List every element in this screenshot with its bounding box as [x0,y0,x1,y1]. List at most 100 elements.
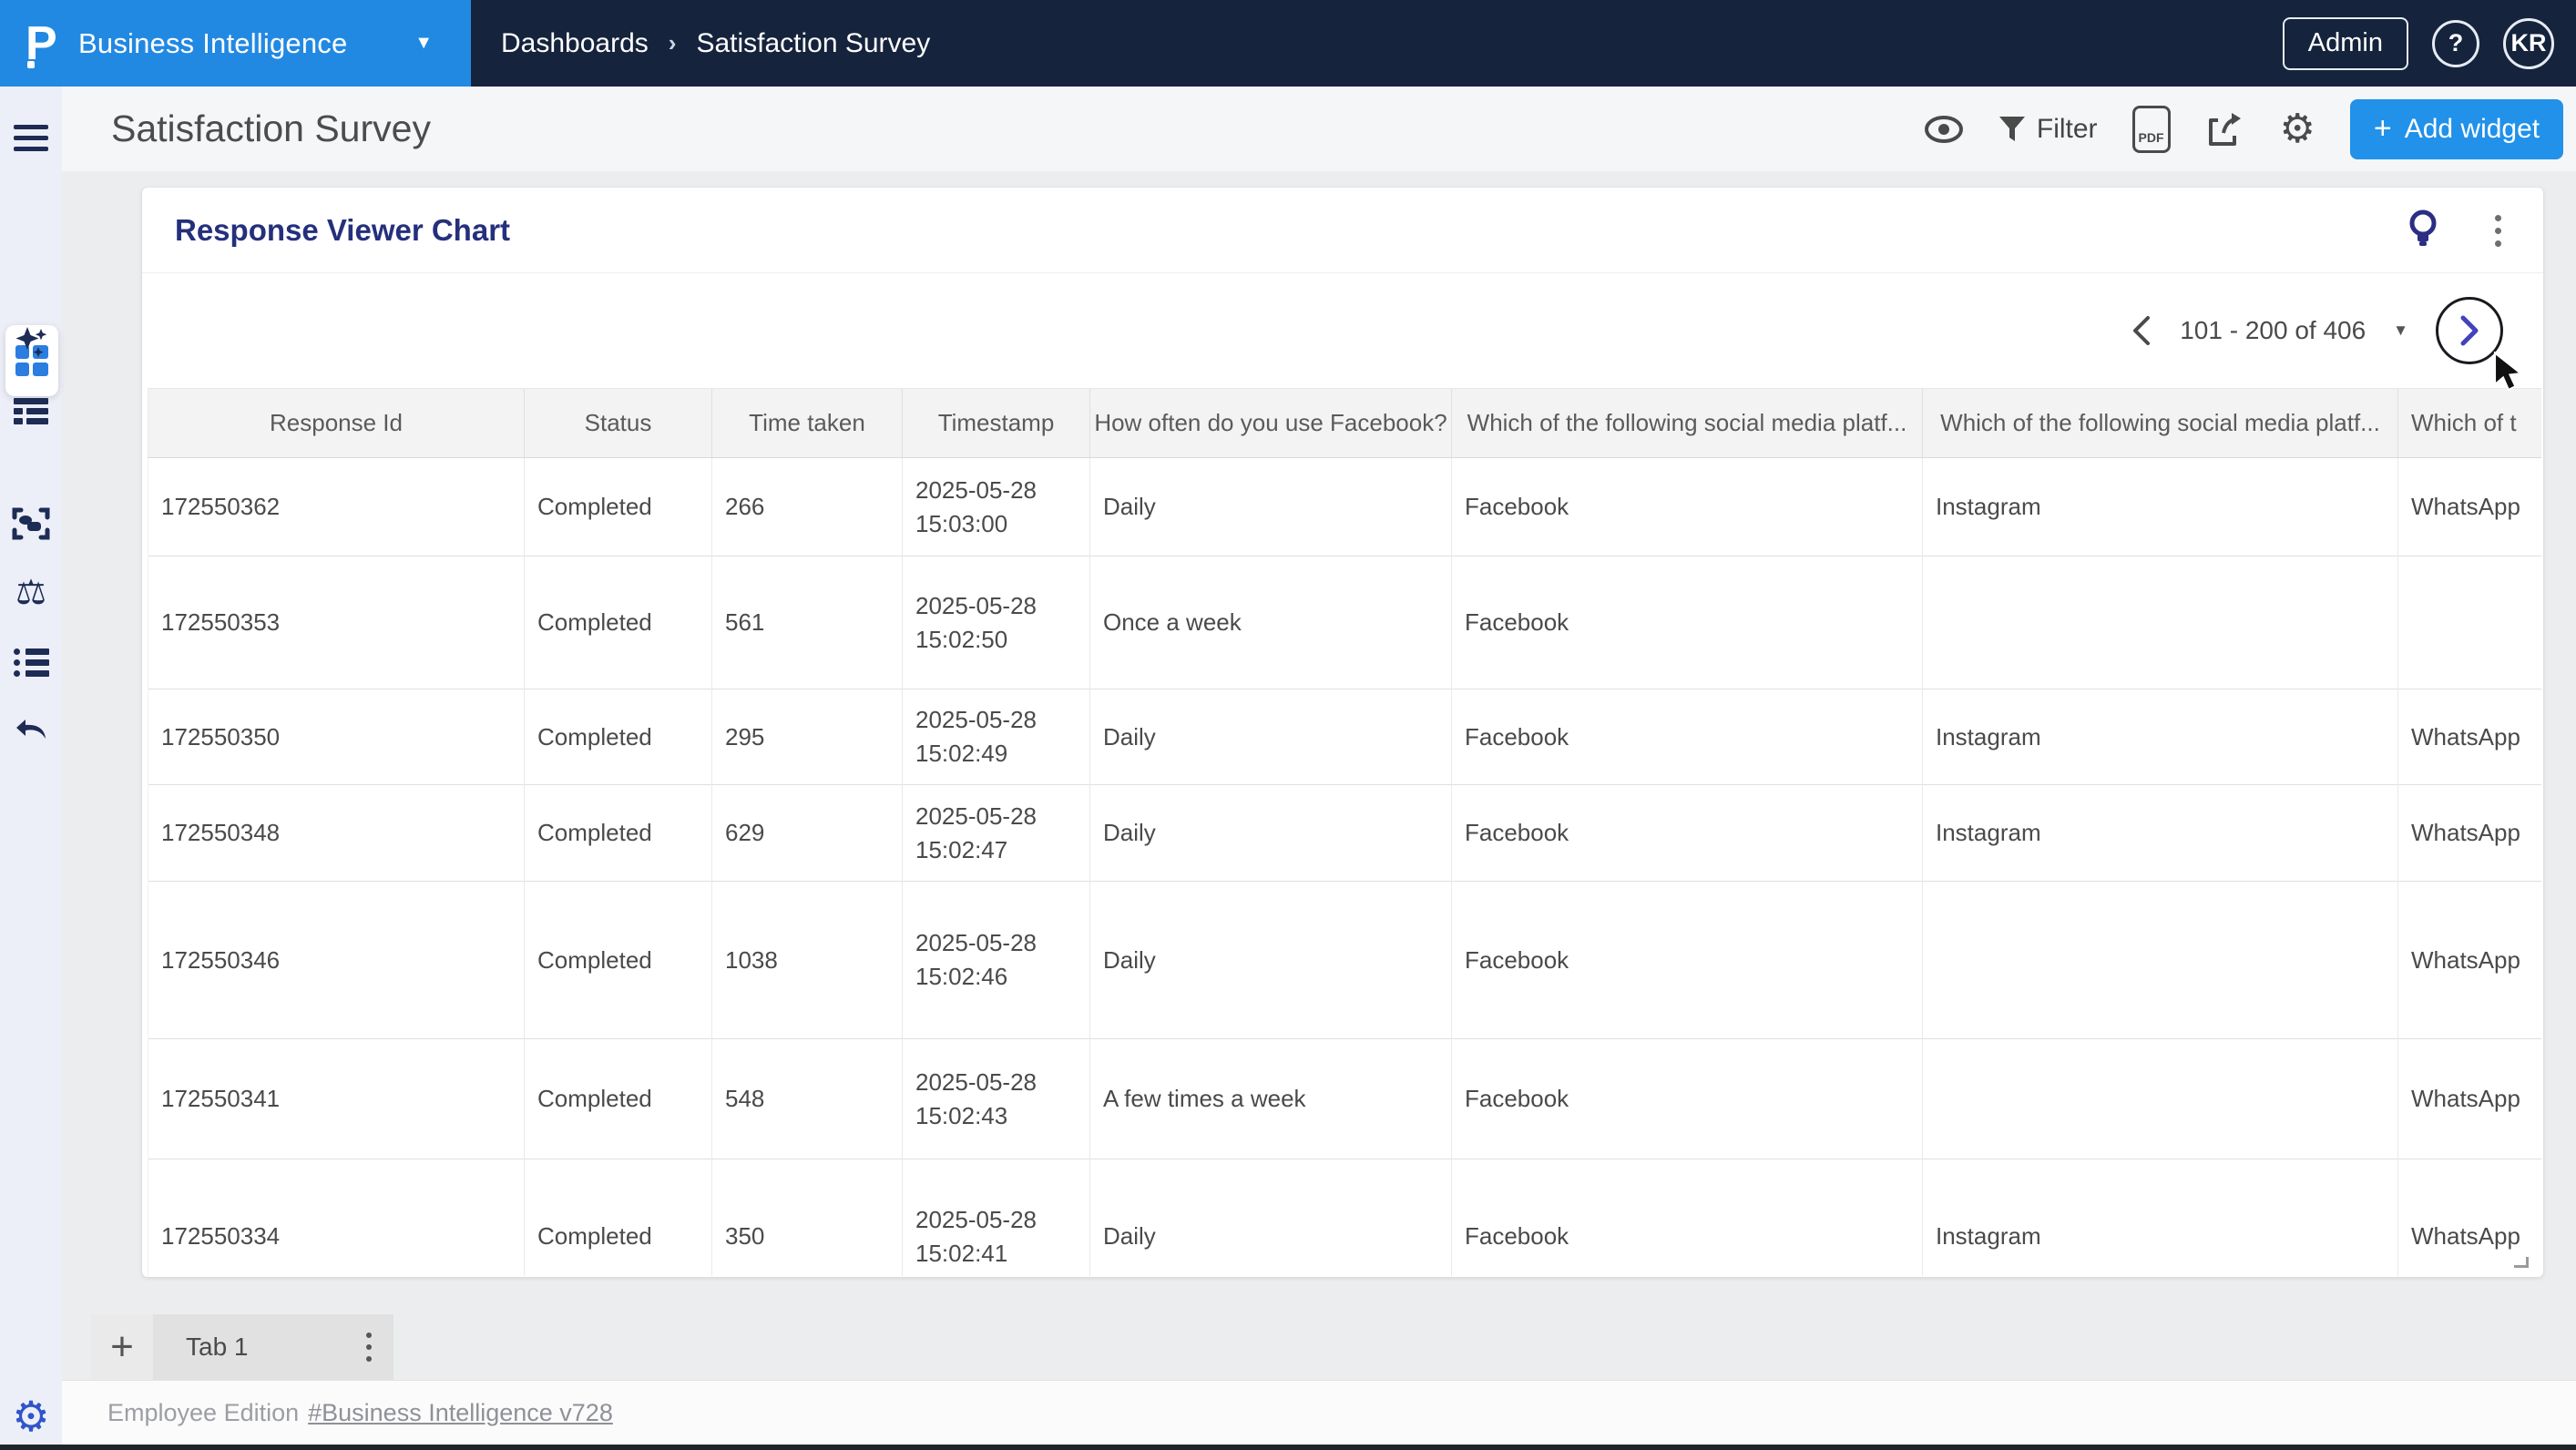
version-link[interactable]: #Business Intelligence v728 [308,1399,613,1427]
table-cell: 266 [711,457,903,557]
table-row: 172550348 Completed 629 2025-05-28 15:02:47… [148,784,2541,882]
table-cell: 172550334 [148,1159,525,1276]
table-cell: WhatsApp [2397,457,2541,557]
admin-button[interactable]: Admin [2282,16,2408,70]
table-cell: WhatsApp [2397,784,2541,882]
insights-bulb-button[interactable] [2407,209,2438,253]
balance-scale-icon: ⚖ [15,574,47,612]
table-cell: Daily [1089,457,1452,557]
table-cell [1922,1038,2398,1159]
column-header: Time taken [711,388,903,458]
menu-icon[interactable] [0,112,62,163]
table-cell: Facebook [1451,1038,1923,1159]
table-cell: WhatsApp [2397,1038,2541,1159]
table-row: 172550362 Completed 266 2025-05-28 15:03:00… [148,457,2541,557]
table-cell: 561 [711,556,903,689]
add-widget-label: Add widget [2404,113,2540,144]
chevron-down-icon[interactable]: ▼ [414,33,433,54]
sidebar-item-list[interactable] [0,637,62,688]
widget-header: Response Viewer Chart [142,188,2543,273]
table-cell: Completed [524,784,712,882]
column-header: Which of t [2397,388,2541,458]
table-cell: WhatsApp [2397,689,2541,785]
table-cell: 172550353 [148,556,525,689]
table-cell: Facebook [1451,881,1923,1039]
table-cell: Facebook [1451,784,1923,882]
sidebar-item-undo[interactable] [0,706,62,757]
avatar[interactable]: KR [2503,17,2554,69]
dashboard-toolbar: Satisfaction Survey Filter PDF ⚙ + Add w… [62,87,2576,171]
app-logo-icon: P [26,17,67,70]
table-cell: 2025-05-28 15:02:47 [902,784,1090,882]
column-header: How often do you use Facebook? [1089,388,1452,458]
add-widget-button[interactable]: + Add widget [2350,98,2563,159]
capture-icon [12,507,50,540]
table-cell: 2025-05-28 15:02:50 [902,556,1090,689]
table-cell: WhatsApp [2397,881,2541,1039]
page-size-dropdown[interactable]: ▼ [2393,322,2408,340]
table-cell: Instagram [1922,1159,2398,1276]
table-cell: Daily [1089,784,1452,882]
tab-1[interactable]: Tab 1 [153,1314,394,1380]
table-cell: Instagram [1922,784,2398,882]
column-header: Response Id [148,388,525,458]
table-cell: Facebook [1451,556,1923,689]
response-viewer-widget: Response Viewer Chart 101 - 200 of 406 ▼ [142,188,2543,1277]
filter-button[interactable]: Filter [1998,114,2098,145]
bullet-list-icon [13,648,49,677]
edition-label: Employee Edition [107,1398,300,1426]
sidebar-item-reports[interactable] [0,385,62,436]
tab-kebab-menu[interactable] [361,1327,377,1367]
table-row: 172550353 Completed 561 2025-05-28 15:02:50… [148,556,2541,689]
table-row: 172550334 Completed 350 2025-05-28 15:02:41… [148,1159,2541,1276]
prev-page-button[interactable] [2131,314,2152,347]
table-cell [1922,881,2398,1039]
response-table: Response Id Status Time taken Timestamp How … [148,388,2541,1276]
report-rows-icon [14,397,48,424]
widget-kebab-menu[interactable] [2489,209,2507,252]
table-cell: 172550362 [148,457,525,557]
widget-title: Response Viewer Chart [175,212,511,247]
settings-gear-button[interactable]: ⚙ [0,1389,62,1444]
dashboard-settings-button[interactable]: ⚙ [2280,108,2315,149]
breadcrumb-separator-icon: › [668,29,677,56]
breadcrumb-dashboards[interactable]: Dashboards [501,28,649,59]
next-page-button[interactable] [2436,297,2503,364]
footer: Employee Edition #Business Intelligence … [62,1380,2576,1445]
table-cell: Completed [524,689,712,785]
response-table-container[interactable]: Response Id Status Time taken Timestamp How … [148,388,2541,1276]
tab-label: Tab 1 [186,1333,249,1361]
left-sidebar: ⚖ ⚙ [0,87,62,1450]
eye-icon [1924,115,1963,143]
share-button[interactable] [2205,109,2245,149]
help-button[interactable]: ? [2432,19,2479,67]
table-header-row: Response Id Status Time taken Timestamp How … [148,388,2541,458]
sidebar-item-ai-insights[interactable] [0,316,62,367]
table-cell: Daily [1089,1159,1452,1276]
chevron-right-icon [2460,315,2479,346]
table-cell: A few times a week [1089,1038,1452,1159]
product-name: Business Intelligence [78,26,348,59]
widget-resize-handle[interactable] [2510,1250,2529,1268]
table-cell: 2025-05-28 15:02:43 [902,1038,1090,1159]
top-navigation-bar: P Business Intelligence ▼ Dashboards › S… [0,0,2576,87]
table-cell: Once a week [1089,556,1452,689]
sidebar-item-compare[interactable]: ⚖ [0,567,62,618]
export-pdf-button[interactable]: PDF [2131,105,2171,153]
table-cell [1922,556,2398,689]
funnel-icon [1998,116,2025,141]
page-range-label[interactable]: 101 - 200 of 406 [2180,316,2366,345]
add-tab-button[interactable]: + [91,1314,153,1380]
sidebar-item-capture[interactable] [0,498,62,549]
chevron-left-icon [2133,316,2151,345]
product-switcher[interactable]: P Business Intelligence ▼ [0,0,471,87]
sparkles-icon [15,327,47,358]
table-cell: 350 [711,1159,903,1276]
preview-eye-button[interactable] [1924,115,1964,144]
breadcrumb: Dashboards › Satisfaction Survey [501,0,930,87]
column-header: Which of the following social media plat… [1451,388,1923,458]
table-cell: 2025-05-28 15:02:46 [902,881,1090,1039]
window-bottom-edge [0,1445,2576,1450]
table-cell: Daily [1089,689,1452,785]
breadcrumb-current-page: Satisfaction Survey [696,27,931,58]
